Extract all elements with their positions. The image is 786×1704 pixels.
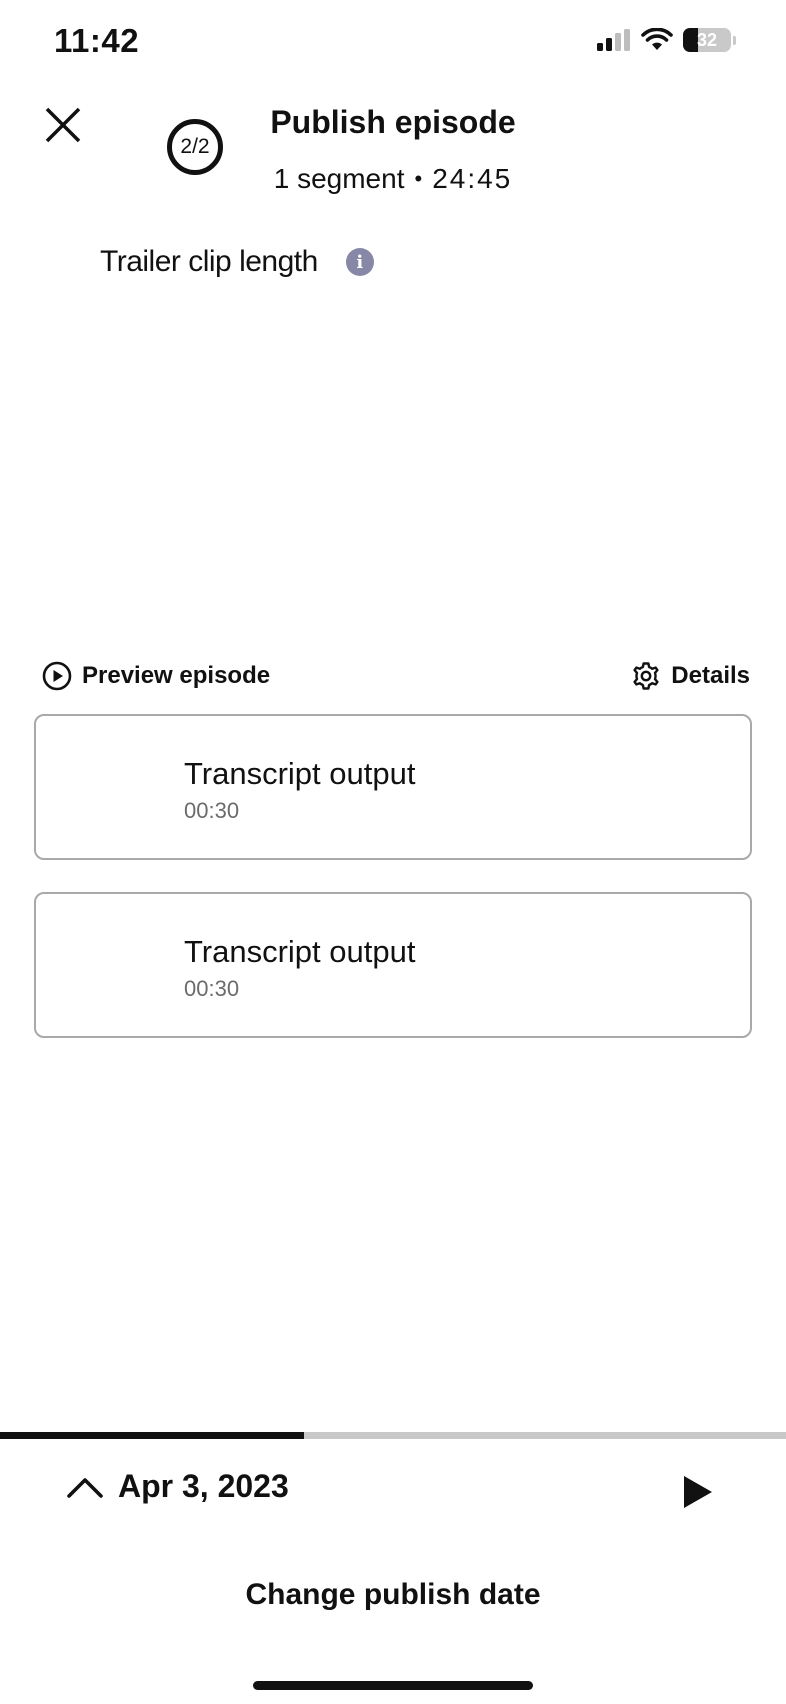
segment-time: 00:30	[184, 798, 240, 823]
segment-card[interactable]: Transcript output 00:30	[34, 892, 752, 1038]
close-button[interactable]	[38, 100, 88, 150]
segment-title: Transcript output	[184, 756, 416, 791]
episode-summary: 1 segment • 24:45	[200, 163, 586, 195]
trailer-clip-length-label: Trailer clip length	[100, 245, 318, 278]
segment-count: 1 segment	[273, 163, 405, 194]
play-icon	[684, 1476, 712, 1508]
details-button[interactable]: Details	[631, 661, 750, 691]
close-icon	[45, 107, 81, 143]
change-publish-date-button[interactable]: Change publish date	[0, 1578, 786, 1612]
wifi-icon	[641, 28, 673, 50]
signal-icon	[597, 29, 630, 51]
play-button[interactable]	[680, 1472, 716, 1512]
trailer-clip-length-row: Trailer clip length i	[100, 245, 374, 279]
gear-icon	[633, 662, 659, 690]
segment-title: Transcript output	[184, 934, 416, 969]
details-label: Details	[671, 662, 750, 689]
battery-level: 32	[696, 29, 718, 50]
separator-dot: •	[414, 166, 423, 191]
segment-time: 00:30	[184, 976, 240, 1001]
preview-episode-button[interactable]: Preview episode	[42, 661, 270, 691]
battery-icon: 32	[683, 28, 731, 52]
info-icon[interactable]: i	[345, 248, 374, 276]
home-indicator	[253, 1681, 533, 1690]
playback-progress-fill	[0, 1432, 305, 1439]
status-time: 11:42	[54, 22, 140, 59]
publish-date: Apr 3, 2023	[118, 1468, 289, 1504]
preview-episode-label: Preview episode	[82, 662, 271, 689]
status-icons: 32	[597, 28, 736, 52]
battery-cap	[733, 35, 736, 45]
page-title: Publish episode	[270, 104, 516, 140]
play-circle-icon	[42, 661, 72, 691]
chevron-up-icon	[67, 1477, 103, 1498]
segment-card[interactable]: Transcript output 00:30	[34, 714, 752, 860]
playback-progress-bar[interactable]	[0, 1432, 786, 1439]
episode-duration: 24:45	[432, 163, 513, 194]
publish-date-toggle[interactable]: Apr 3, 2023	[66, 1468, 289, 1505]
